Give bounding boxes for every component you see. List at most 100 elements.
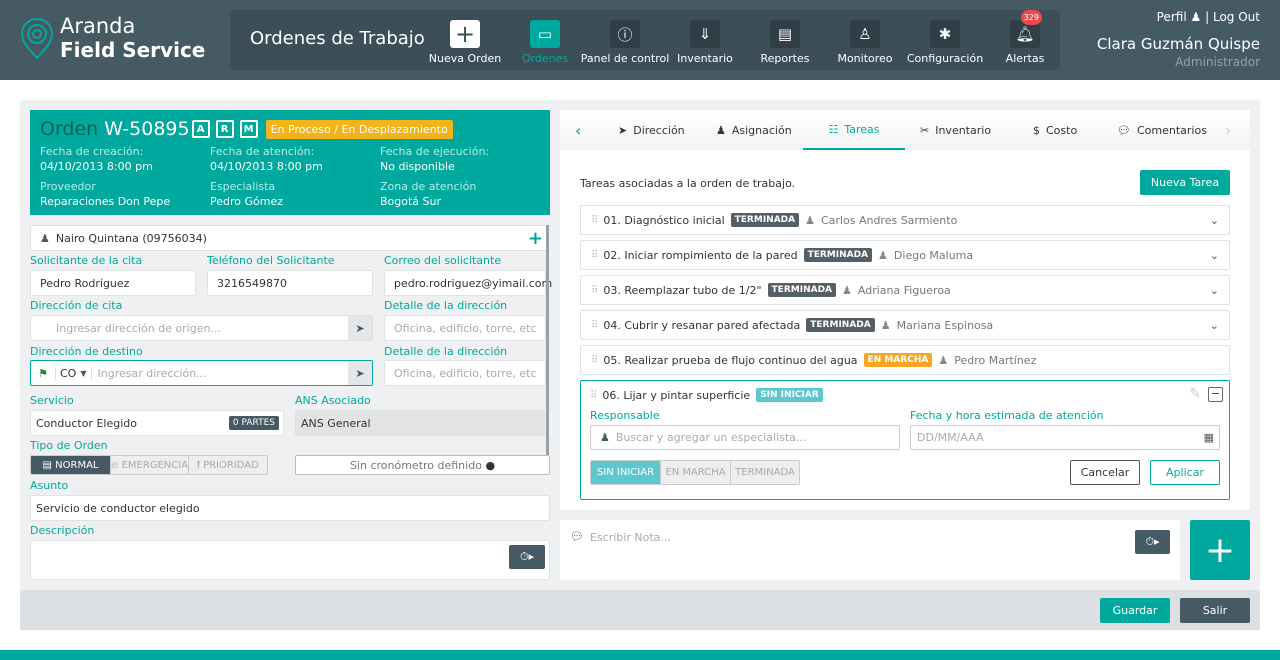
save-button[interactable]: Guardar: [1100, 598, 1170, 623]
nav-ordenes[interactable]: ▭ Ordenes: [515, 20, 575, 65]
note-input[interactable]: 💬︎ Escribir Nota... ⏱▸: [560, 520, 1180, 580]
servicio-input[interactable]: Conductor Elegido 0 PARTES: [30, 410, 284, 436]
tipo-emergencia[interactable]: 🔥︎ EMERGENCIA: [111, 456, 189, 474]
solicitante-input[interactable]: Pedro Rodríguez: [30, 270, 196, 296]
fecha-input[interactable]: DD/MM/AAA ▦: [910, 425, 1220, 450]
drag-handle-icon[interactable]: ⠿: [591, 215, 598, 226]
apply-button[interactable]: Aplicar: [1150, 460, 1220, 485]
drag-handle-icon[interactable]: ⠿: [591, 285, 598, 296]
tab-tareas[interactable]: ☷ Tareas: [803, 110, 905, 150]
placeholder: Escribir Nota...: [590, 531, 671, 544]
telefono-input[interactable]: 3216549870: [207, 270, 373, 296]
task-name: 02. Iniciar rompimiento de la pared: [603, 248, 798, 262]
label-ans: ANS Asociado: [295, 394, 371, 407]
chevron-down-icon[interactable]: ⌄: [1210, 284, 1219, 297]
locate-icon[interactable]: ➤: [348, 361, 372, 385]
label-descripcion: Descripción: [30, 524, 95, 537]
task-person: Diego Maluma: [893, 248, 974, 262]
nav-reportes[interactable]: ▤ Reportes: [755, 20, 815, 65]
label-tipo: Tipo de Orden: [30, 439, 108, 452]
locate-icon[interactable]: ➤: [348, 316, 372, 340]
country-select[interactable]: CO: [55, 366, 80, 380]
field-value: No disponible: [380, 160, 455, 173]
descripcion-input[interactable]: ⏱▸: [30, 540, 550, 580]
new-task-button[interactable]: Nueva Tarea: [1140, 170, 1230, 195]
exit-button[interactable]: Salir: [1180, 598, 1250, 623]
tab-costo[interactable]: $ Costo: [1033, 110, 1077, 150]
field-value: Bogotá Sur: [380, 195, 442, 208]
timer-button[interactable]: ⏱▸: [1135, 530, 1170, 554]
drag-handle-icon[interactable]: ⠿: [591, 320, 598, 331]
task-row[interactable]: ⠿ 01. Diagnóstico inicial TERMINADA ♟ Carlos…: [580, 205, 1230, 235]
calendar-icon[interactable]: ▦: [1204, 431, 1214, 444]
label-solicitante: Solicitante de la cita: [30, 254, 143, 267]
task-row[interactable]: ⠿ 05. Realizar prueba de flujo continuo d…: [580, 345, 1230, 375]
nav-alertas[interactable]: 🔔︎ 329 Alertas: [995, 10, 1055, 65]
add-client-icon[interactable]: +: [528, 228, 543, 249]
client-field[interactable]: ♟ Nairo Quintana (09756034) +: [30, 225, 548, 251]
alert-count-badge: 329: [1020, 10, 1042, 25]
task-row[interactable]: ⠿ 02. Iniciar rompimiento de la pared TERM…: [580, 240, 1230, 270]
flag-m: M: [239, 120, 258, 138]
asunto-input[interactable]: Servicio de conductor elegido: [30, 495, 550, 521]
detalle-destino-input[interactable]: Oficina, edificio, torre, etc: [384, 360, 546, 386]
tab-asignacion[interactable]: ♟ Asignación: [716, 110, 792, 150]
field-label: Especialista: [210, 180, 276, 193]
correo-input[interactable]: pedro.rodriguez@yimail.com: [384, 270, 552, 296]
timer-button[interactable]: ⏱▸: [509, 545, 545, 569]
task-row[interactable]: ⠿ 03. Reemplazar tubo de 1/2" TERMINADA ♟ Ad…: [580, 275, 1230, 305]
drag-handle-icon[interactable]: ⠿: [591, 250, 598, 261]
gear-icon: ✱: [930, 20, 960, 48]
label-dir-destino: Dirección de destino: [30, 345, 143, 358]
responsable-input[interactable]: ♟ Buscar y agregar un especialista...: [590, 425, 900, 450]
tabs-prev-icon[interactable]: ‹: [575, 110, 581, 150]
nav-panel-control[interactable]: ⓘ Panel de control: [580, 20, 670, 65]
scrollbar[interactable]: [546, 225, 549, 455]
tipo-prioridad[interactable]: ❗︎ PRIORIDAD: [189, 456, 267, 474]
nav-configuracion[interactable]: ✱ Configuración: [905, 20, 985, 65]
drag-handle-icon[interactable]: ⠿: [590, 390, 597, 401]
tab-comentarios[interactable]: 💬︎ Comentarios: [1117, 110, 1207, 150]
tab-label: Costo: [1046, 123, 1078, 137]
add-note-button[interactable]: +: [1190, 520, 1250, 580]
drag-handle-icon[interactable]: ⠿: [591, 355, 598, 366]
field-label: Proveedor: [40, 180, 96, 193]
client-name: Nairo Quintana (09756034): [55, 231, 207, 245]
task-state-selector: SIN INICIAR EN MARCHA TERMINADA: [590, 460, 800, 485]
bell-icon: 🔔︎ 329: [1010, 10, 1042, 48]
chevron-down-icon[interactable]: ⌄: [1210, 249, 1219, 262]
pencil-icon[interactable]: ✎: [1189, 386, 1201, 402]
placeholder: Oficina, edificio, torre, etc: [394, 321, 537, 335]
nav-monitoreo[interactable]: ♙ Monitoreo: [835, 20, 895, 65]
tabs-next-icon[interactable]: ›: [1225, 110, 1231, 150]
task-person: Mariana Espinosa: [896, 318, 994, 332]
state-sin-iniciar[interactable]: SIN INICIAR: [591, 461, 661, 484]
state-terminada[interactable]: TERMINADA: [731, 461, 799, 484]
order-header: Orden W-50895 ARM En Proceso / En Despla…: [30, 110, 550, 215]
dir-cita-input[interactable]: Ingresar dirección de origen... ➤: [30, 315, 373, 341]
nav-label: Monitoreo: [837, 52, 893, 65]
profile-link[interactable]: Perfil: [1157, 10, 1187, 24]
chevron-down-icon[interactable]: ⌄: [1210, 214, 1219, 227]
task-name: 01. Diagnóstico inicial: [603, 213, 725, 227]
dir-destino-input[interactable]: ⚑ CO ▼ Ingresar dirección... ➤: [30, 360, 373, 386]
nav-inventario[interactable]: ⇓ Inventario: [675, 20, 735, 65]
person-icon: ♟: [805, 213, 815, 227]
detalle-input[interactable]: Oficina, edificio, torre, etc: [384, 315, 546, 341]
order-label: Orden: [40, 118, 99, 140]
tipo-normal[interactable]: ▤ NORMAL: [31, 456, 111, 474]
task-row[interactable]: ⠿ 04. Cubrir y resanar pared afectada TERM…: [580, 310, 1230, 340]
chevron-down-icon[interactable]: ⌄: [1210, 319, 1219, 332]
placeholder: Buscar y agregar un especialista...: [615, 431, 807, 444]
task-edit-card: ⠿ 06. Lijar y pintar superficie SIN INICIA…: [580, 380, 1230, 500]
tab-direccion[interactable]: ➤ Dirección: [618, 110, 685, 150]
tab-inventario[interactable]: ✂ Inventario: [920, 110, 991, 150]
logout-link[interactable]: | Log Out: [1205, 10, 1260, 24]
state-en-marcha[interactable]: EN MARCHA: [661, 461, 731, 484]
task-person: Adriana Figueroa: [857, 283, 951, 297]
cancel-button[interactable]: Cancelar: [1070, 460, 1140, 485]
money-icon: $: [1033, 123, 1040, 137]
nav-nueva-orden[interactable]: + Nueva Orden: [428, 20, 502, 65]
label-detalle: Detalle de la dirección: [384, 299, 508, 312]
collapse-icon[interactable]: −: [1208, 387, 1223, 402]
